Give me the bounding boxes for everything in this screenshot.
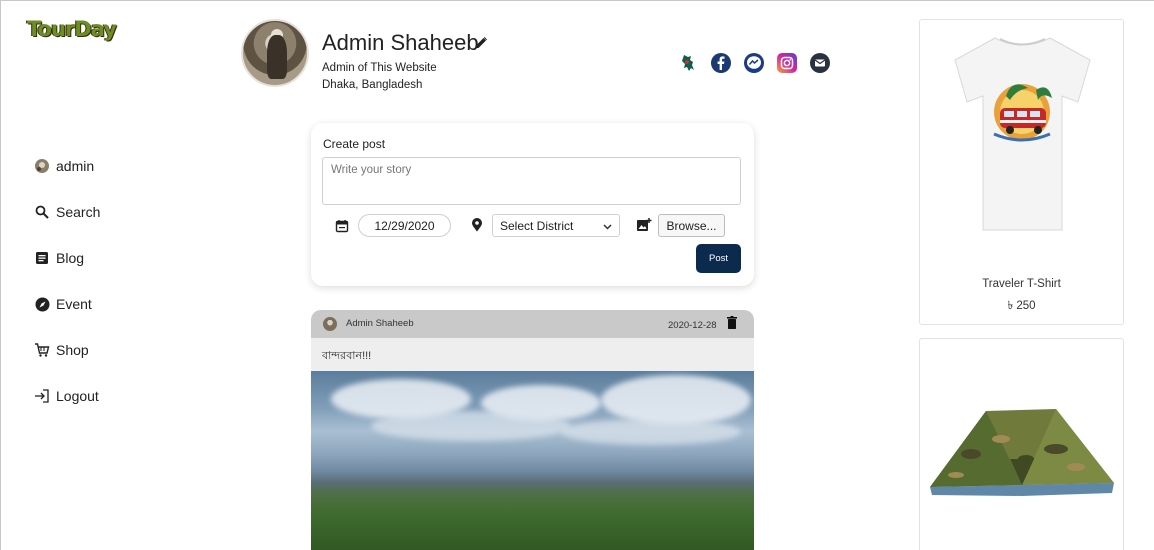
sidebar-item-search[interactable]: Search: [33, 189, 173, 235]
post-image[interactable]: [311, 371, 754, 550]
avatar-figure: [267, 35, 287, 79]
location-pin-icon: [471, 218, 483, 232]
sidebar-item-logout[interactable]: Logout: [33, 373, 173, 419]
feed-post: Admin Shaheeb 2020-12-28 বান্দরবান!!!: [311, 310, 754, 550]
profile-avatar[interactable]: [241, 19, 309, 87]
cart-icon: [33, 341, 51, 359]
sidebar-item-label: Blog: [56, 250, 85, 266]
compass-icon: [33, 295, 51, 313]
district-select-value: Select District: [500, 218, 574, 233]
post-date: 2020-12-28: [668, 320, 717, 331]
browse-button[interactable]: Browse...: [658, 214, 725, 237]
sidebar-item-admin[interactable]: admin: [33, 143, 173, 189]
sidebar-item-event[interactable]: Event: [33, 281, 173, 327]
page: TourDay admin Search Blog Event Shop Log…: [0, 0, 1154, 550]
search-icon: [33, 203, 51, 221]
tshirt-image: [954, 37, 1091, 231]
add-photo-icon[interactable]: [636, 217, 652, 233]
profile-location: Dhaka, Bangladesh: [322, 79, 423, 91]
post-header: Admin Shaheeb 2020-12-28: [311, 310, 754, 338]
logo-text: TourDay: [27, 17, 117, 41]
email-icon[interactable]: [810, 53, 830, 73]
sidebar-item-label: Shop: [56, 342, 89, 358]
profile-name: Admin Shaheeb: [322, 30, 479, 55]
tent-image: [930, 409, 1114, 496]
post-button[interactable]: Post: [696, 244, 741, 273]
messenger-icon[interactable]: [744, 53, 764, 73]
product-card[interactable]: Traveler T-Shirt ৳ 250: [919, 19, 1124, 325]
story-input[interactable]: [322, 157, 741, 205]
sidebar-item-label: Event: [56, 296, 92, 312]
sidebar-item-shop[interactable]: Shop: [33, 327, 173, 373]
product-price: ৳ 250: [1007, 300, 1036, 312]
profile-role: Admin of This Website: [322, 62, 437, 74]
cloud-shape: [561, 419, 741, 445]
cloud-shape: [601, 375, 751, 425]
post-text: বান্দরবান!!!: [322, 350, 372, 362]
post-author-avatar[interactable]: [323, 317, 337, 331]
blog-icon: [33, 249, 51, 267]
sidebar-item-label: Search: [56, 204, 101, 220]
calendar-icon: [335, 219, 349, 233]
sidebar-item-blog[interactable]: Blog: [33, 235, 173, 281]
date-input[interactable]: [358, 214, 451, 237]
district-select[interactable]: Select District: [492, 214, 620, 237]
product-card[interactable]: [919, 338, 1124, 550]
sidebar-item-label: admin: [56, 158, 95, 174]
edit-icon[interactable]: [474, 36, 488, 50]
sidebar-item-label: Logout: [56, 388, 99, 404]
cloud-shape: [371, 411, 571, 441]
product-name: Traveler T-Shirt: [982, 278, 1061, 290]
user-avatar-icon: [33, 157, 51, 175]
social-links: [678, 53, 830, 73]
logout-icon: [33, 387, 51, 405]
sidebar: admin Search Blog Event Shop Logout: [33, 143, 173, 419]
post-author[interactable]: Admin Shaheeb: [346, 318, 414, 329]
brand-logo[interactable]: TourDay: [23, 11, 123, 47]
bangladesh-map-icon[interactable]: [678, 53, 698, 73]
facebook-icon[interactable]: [711, 53, 731, 73]
chevron-down-icon: [603, 219, 612, 233]
instagram-icon[interactable]: [777, 53, 797, 73]
trash-icon[interactable]: [727, 316, 737, 329]
create-post-card: Create post Select District Browse... Po…: [311, 123, 754, 286]
create-post-title: Create post: [323, 137, 386, 151]
